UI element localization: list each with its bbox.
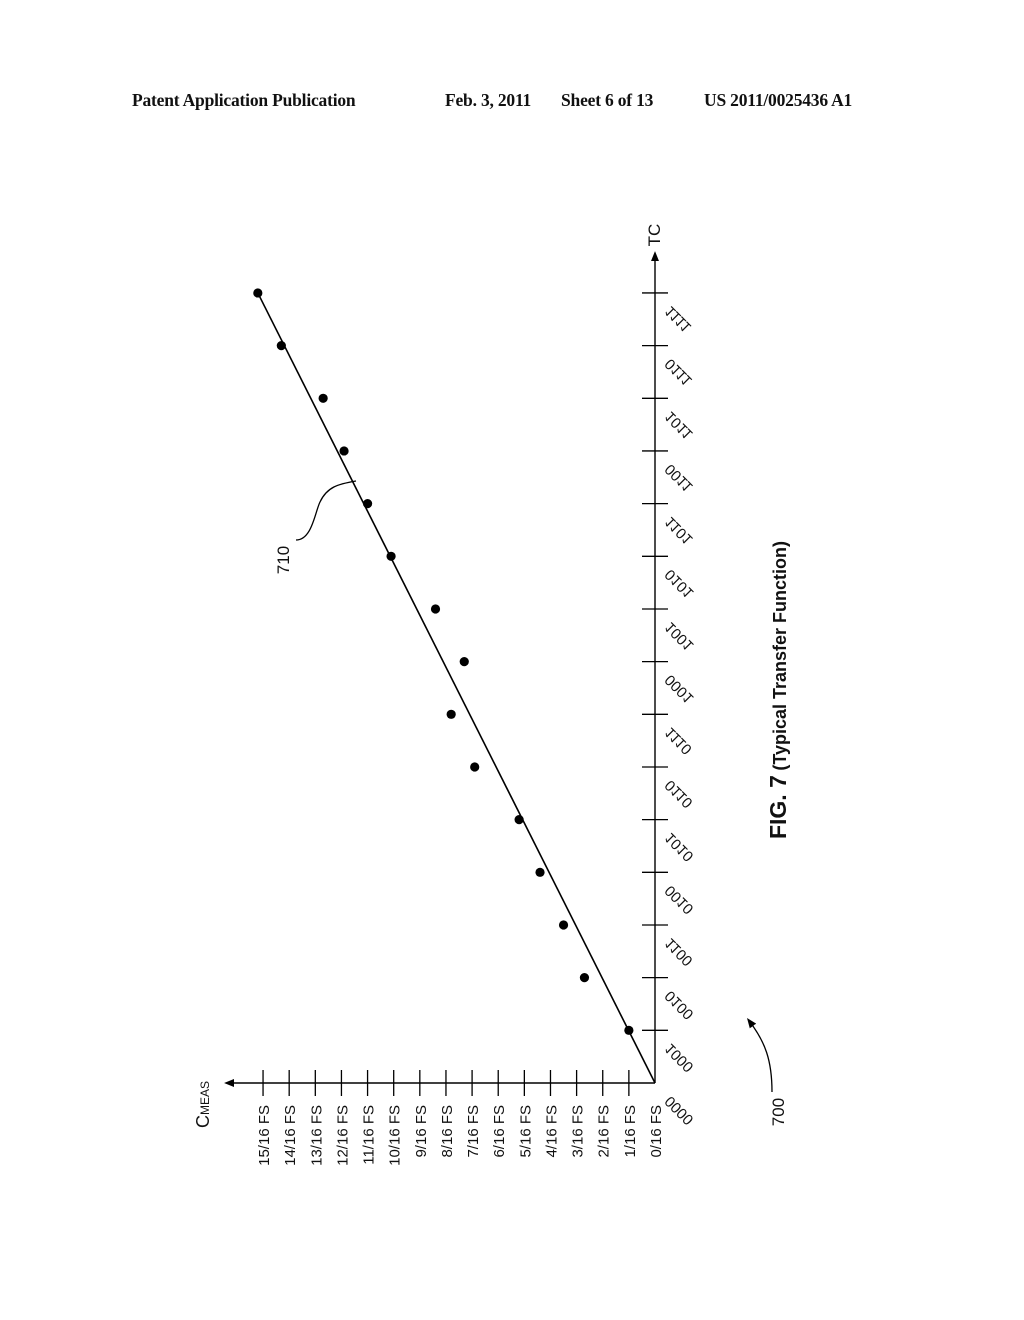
tc-tick-label: 1010 [662, 829, 698, 865]
tc-tick-label: 1001 [662, 618, 698, 654]
data-point [624, 1025, 634, 1035]
data-point [558, 920, 569, 930]
cmeas-tick-label: 13/16 FS [308, 1105, 325, 1166]
figure-number: FIG. 7 [765, 775, 791, 839]
leader-710 [295, 480, 357, 541]
tc-tick-label: 0011 [662, 460, 697, 495]
axes [224, 251, 659, 1087]
data-point [535, 867, 545, 877]
cmeas-tick-label: 5/16 FS [517, 1105, 534, 1158]
cmeas-tick-label: 1/16 FS [622, 1105, 639, 1158]
x-axis-title: TC [645, 224, 664, 247]
data-point [514, 815, 524, 825]
tc-tick-label: 0001 [662, 671, 698, 707]
tc-tick-label: 0000 [662, 1092, 698, 1128]
cmeas-tick-label: 11/16 FS [361, 1105, 378, 1165]
figure-caption: FIG. 7 (Typical Transfer Function) [765, 541, 791, 839]
y-axis-title-main: C [193, 1115, 213, 1128]
data-point [276, 341, 286, 351]
cmeas-tick-label: 0/16 FS [648, 1105, 665, 1158]
tc-tick-label: 0010 [662, 882, 698, 918]
data-point [446, 709, 456, 719]
data-point [362, 499, 373, 509]
figure-title: (Typical Transfer Function) [770, 541, 790, 771]
data-point [459, 657, 469, 667]
cmeas-tick-label: 15/16 FS [256, 1105, 273, 1166]
tc-tick-label: 0100 [662, 987, 698, 1023]
tc-tick-label: 0110 [662, 776, 697, 811]
data-point [470, 762, 480, 772]
ref-label-710: 710 [274, 546, 293, 574]
cmeas-tick-label: 4/16 FS [543, 1105, 560, 1158]
tc-tick-label: 1100 [662, 934, 697, 969]
cmeas-tick-label: 8/16 FS [439, 1105, 456, 1158]
tc-tick-label: 0111 [662, 355, 696, 389]
fit-line-group [257, 292, 656, 1084]
cmeas-tick-label: 3/16 FS [570, 1105, 587, 1158]
tc-tick-label: 1000 [662, 1040, 698, 1076]
data-point [253, 288, 263, 298]
transfer-function-line [257, 292, 656, 1084]
cmeas-tick-label: 9/16 FS [413, 1105, 430, 1158]
y-axis-title: CMEAS [193, 1081, 213, 1128]
arrow-700 [747, 1017, 773, 1093]
cmeas-tick-label: 10/16 FS [387, 1105, 404, 1166]
cmeas-tick-label: 14/16 FS [282, 1105, 299, 1166]
transfer-function-chart: 0/16 FS 1/16 FS 2/16 FS 3/16 FS 4/16 FS 5/16 … [193, 224, 791, 1166]
data-point [339, 446, 349, 456]
svg-text:CMEAS: CMEAS [193, 1081, 213, 1128]
tc-tick-label: 1111 [662, 302, 695, 335]
cmeas-tick-label: 12/16 FS [334, 1105, 351, 1166]
data-point [579, 973, 590, 983]
tc-tick-label: 1101 [662, 513, 697, 548]
tc-tick-label: 0101 [662, 566, 698, 602]
data-point [318, 393, 328, 403]
tc-tick-label: 1011 [662, 408, 697, 443]
cmeas-tick-label: 7/16 FS [465, 1105, 482, 1158]
data-point [386, 551, 396, 561]
data-point [430, 604, 441, 614]
cmeas-tick-label: 6/16 FS [491, 1105, 508, 1158]
tc-tick-label: 1110 [662, 724, 696, 758]
ticks [262, 292, 668, 1096]
y-axis-title-sub: MEAS [198, 1081, 212, 1115]
cmeas-tick-label: 2/16 FS [596, 1105, 613, 1158]
ref-label-700: 700 [769, 1098, 788, 1126]
